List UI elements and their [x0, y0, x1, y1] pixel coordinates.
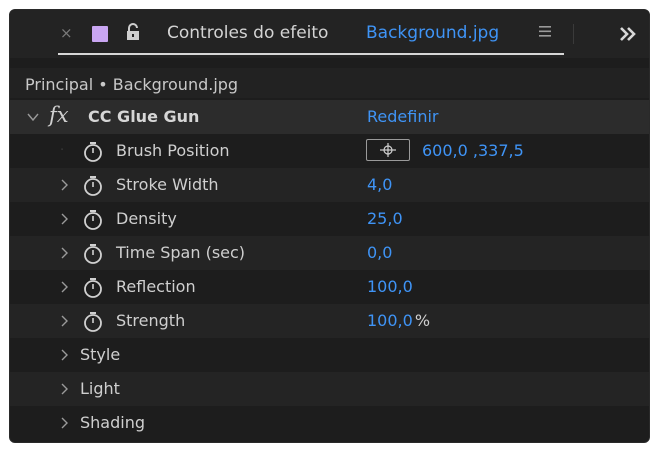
lock-icon[interactable] — [126, 23, 140, 41]
close-icon[interactable]: × — [60, 24, 73, 42]
active-tab-underline — [58, 53, 564, 55]
chevron-right-icon[interactable] — [58, 348, 70, 362]
position-value[interactable]: 600,0 ,337,5 — [422, 141, 524, 160]
property-value[interactable]: 25,0 — [367, 209, 403, 228]
stopwatch-icon[interactable] — [83, 277, 103, 299]
reset-link[interactable]: Redefinir — [367, 107, 438, 126]
property-row-strength: Strength 100,0% — [10, 304, 649, 338]
property-value[interactable]: 4,0 — [367, 175, 392, 194]
effect-header-row[interactable]: fx CC Glue Gun Redefinir — [10, 100, 649, 134]
panel-tab-bar: × Controles do efeito Background.jpg — [10, 10, 649, 58]
effect-controls-panel: × Controles do efeito Background.jpg Pri… — [9, 9, 650, 443]
property-row-reflection: Reflection 100,0 — [10, 270, 649, 304]
crosshair-icon — [380, 143, 396, 157]
property-row-brush-position: · Brush Position 600,0 ,337,5 — [10, 134, 649, 168]
chevron-right-icon[interactable] — [58, 314, 70, 328]
effect-name: CC Glue Gun — [88, 107, 200, 126]
stopwatch-icon[interactable] — [83, 209, 103, 231]
stopwatch-icon[interactable] — [83, 175, 103, 197]
position-y-value[interactable]: 337,5 — [478, 141, 524, 160]
strength-value[interactable]: 100,0 — [367, 311, 413, 330]
position-target-button[interactable] — [366, 139, 410, 161]
chevron-right-icon[interactable] — [58, 246, 70, 260]
chevron-right-icon[interactable] — [58, 212, 70, 226]
chevron-right-icon[interactable] — [58, 280, 70, 294]
position-x-value[interactable]: 600,0 — [422, 141, 468, 160]
unit-label: % — [414, 311, 431, 330]
tab-file-name[interactable]: Background.jpg — [366, 23, 499, 43]
chevron-right-icon[interactable] — [58, 416, 70, 430]
chevron-right-icon: · — [60, 143, 65, 158]
chevron-down-icon[interactable] — [26, 110, 40, 124]
property-value[interactable]: 100,0 — [367, 277, 413, 296]
group-label: Light — [80, 379, 120, 398]
tab-title: Controles do efeito — [167, 23, 329, 43]
property-label: Time Span (sec) — [116, 243, 246, 262]
overflow-icon[interactable] — [618, 24, 638, 44]
breadcrumb-text: Principal • Background.jpg — [25, 75, 239, 94]
group-label: Style — [80, 345, 121, 364]
stopwatch-icon[interactable] — [83, 243, 103, 265]
property-label: Stroke Width — [116, 175, 219, 194]
property-row-density: Density 25,0 — [10, 202, 649, 236]
property-label: Reflection — [116, 277, 196, 296]
group-row-style[interactable]: Style — [10, 338, 649, 372]
property-value[interactable]: 0,0 — [367, 243, 392, 262]
property-row-time-span: Time Span (sec) 0,0 — [10, 236, 649, 270]
stopwatch-icon[interactable] — [83, 141, 103, 163]
tab-separator — [573, 24, 574, 44]
property-label: Strength — [116, 311, 186, 330]
chevron-right-icon[interactable] — [58, 178, 70, 192]
breadcrumb: Principal • Background.jpg — [10, 68, 649, 98]
group-label: Shading — [80, 413, 145, 432]
chevron-right-icon[interactable] — [58, 382, 70, 396]
stopwatch-icon[interactable] — [83, 311, 103, 333]
property-row-stroke-width: Stroke Width 4,0 — [10, 168, 649, 202]
property-value[interactable]: 100,0% — [367, 311, 430, 330]
property-label: Density — [116, 209, 177, 228]
composition-color-swatch — [92, 26, 108, 42]
property-label: Brush Position — [116, 141, 230, 160]
menu-icon[interactable] — [538, 22, 552, 40]
fx-toggle-icon[interactable]: fx — [49, 103, 69, 127]
tab-effect-controls[interactable]: × Controles do efeito Background.jpg — [40, 10, 568, 58]
group-row-light[interactable]: Light — [10, 372, 649, 406]
group-row-shading[interactable]: Shading — [10, 406, 649, 440]
